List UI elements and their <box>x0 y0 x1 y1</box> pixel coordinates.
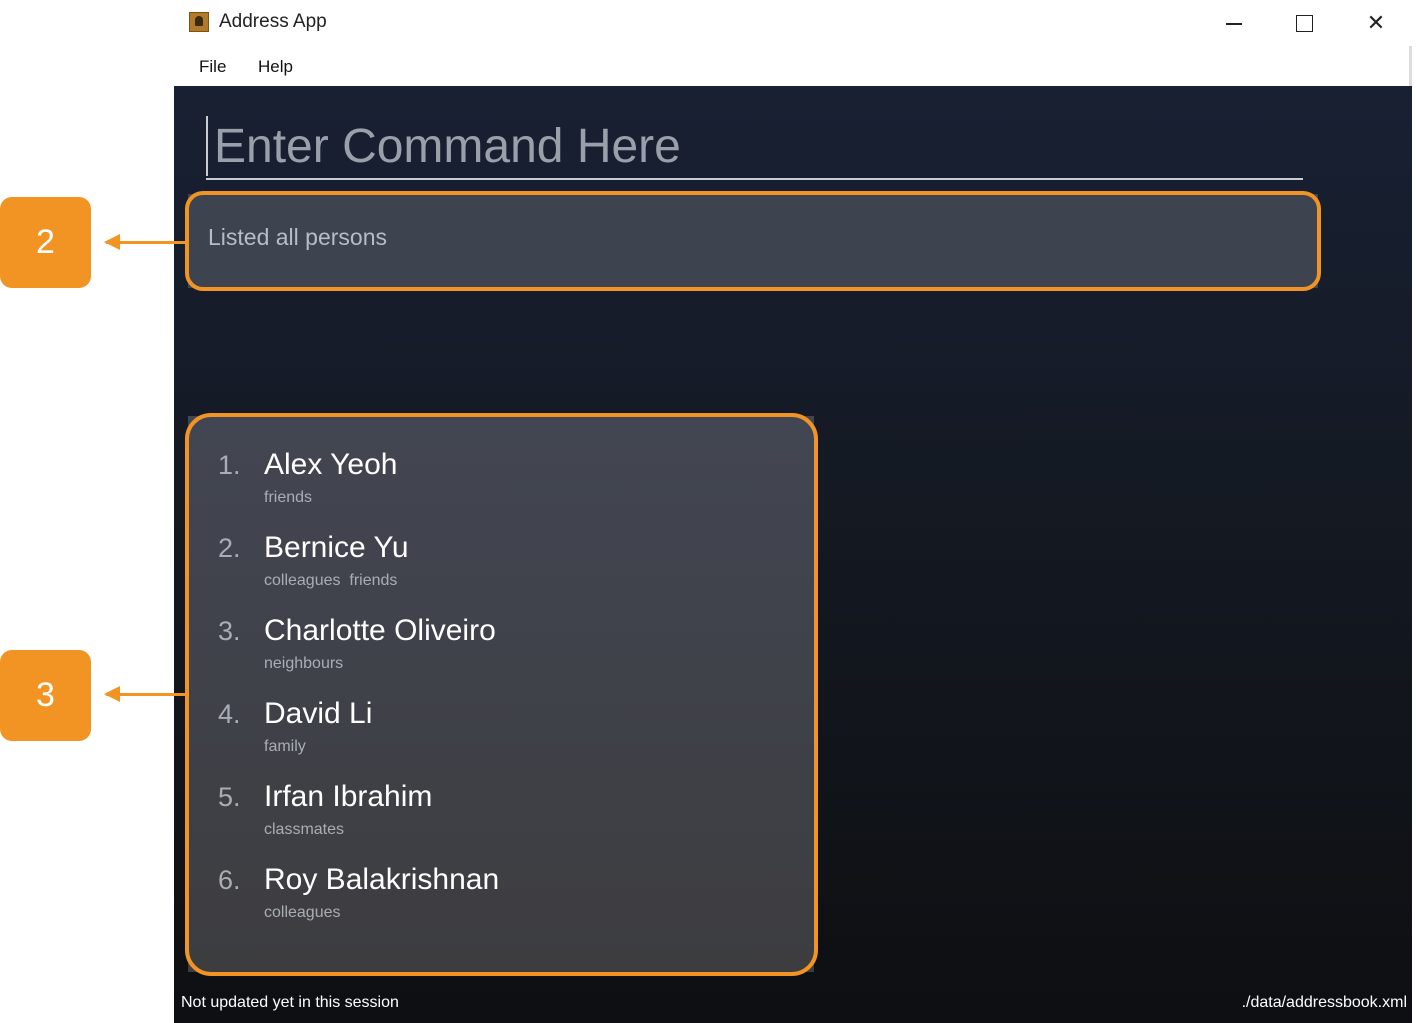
status-bar: Not updated yet in this session ./data/a… <box>174 992 1412 1023</box>
result-display-highlight <box>185 191 1321 291</box>
command-input[interactable] <box>206 116 1311 176</box>
minimize-button[interactable] <box>1212 6 1256 40</box>
command-box <box>206 116 1311 180</box>
sync-status: Not updated yet in this session <box>181 994 399 1011</box>
menu-help[interactable]: Help <box>258 57 293 77</box>
maximize-button[interactable] <box>1282 6 1326 40</box>
person-list-highlight <box>185 413 818 976</box>
arrow-icon <box>104 686 185 702</box>
menu-file[interactable]: File <box>199 57 226 77</box>
callout-badge: 3 <box>0 650 91 741</box>
minimize-icon <box>1226 23 1242 25</box>
window-title: Address App <box>219 11 327 32</box>
maximize-icon <box>1295 14 1313 32</box>
menu-bar: File Help <box>174 46 1412 86</box>
callout-badge: 2 <box>0 197 91 288</box>
save-location: ./data/addressbook.xml <box>1241 994 1407 1011</box>
close-button[interactable]: ✕ <box>1354 6 1398 40</box>
title-bar[interactable]: Address App ✕ <box>174 0 1412 46</box>
close-icon: ✕ <box>1366 10 1386 35</box>
address-book-icon <box>189 12 209 32</box>
arrow-icon <box>104 234 185 250</box>
